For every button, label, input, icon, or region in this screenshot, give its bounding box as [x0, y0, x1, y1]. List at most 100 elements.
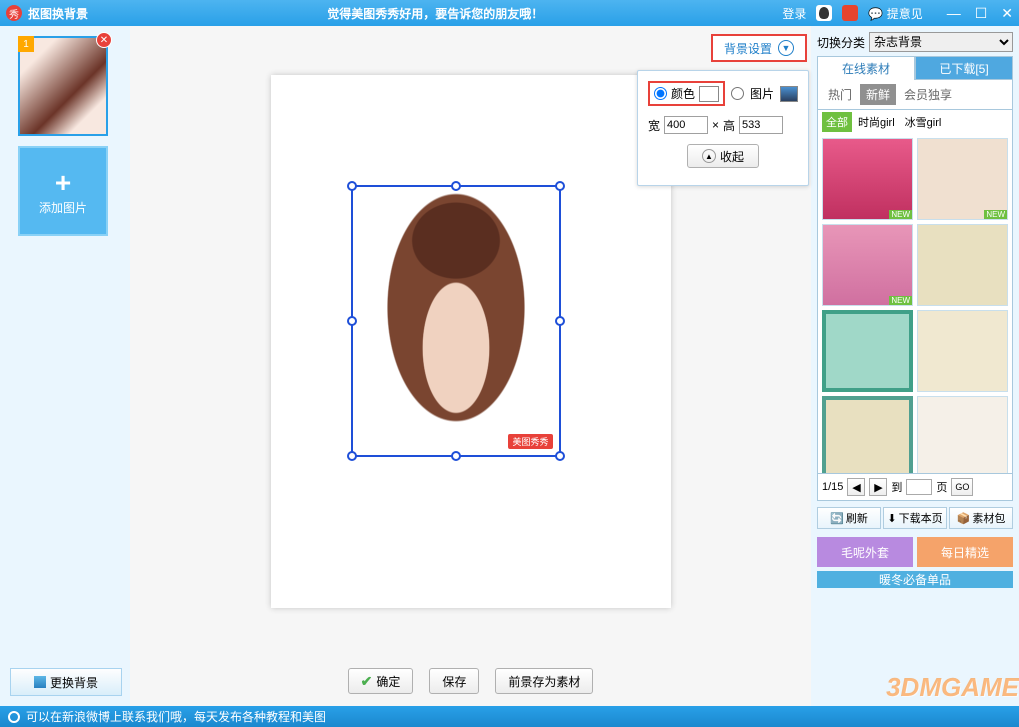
background-settings-button[interactable]: 背景设置 ▼	[711, 34, 807, 62]
tab-online-materials[interactable]: 在线素材	[817, 56, 915, 80]
tab-downloaded-materials[interactable]: 已下载[5]	[915, 56, 1013, 80]
height-input[interactable]	[739, 116, 783, 134]
change-background-button[interactable]: 更换背景	[10, 668, 122, 696]
sort-hot[interactable]: 热门	[822, 84, 858, 105]
template-item[interactable]	[917, 396, 1008, 474]
page-to-label: 到	[891, 479, 902, 495]
picture-icon	[34, 676, 46, 688]
bg-color-label: 颜色	[671, 85, 695, 102]
filter-tabs: 全部 时尚girl 冰雪girl	[817, 110, 1013, 134]
resize-handle-tm[interactable]	[451, 181, 461, 191]
titlebar-right: 登录 💬 提意见 — ☐ ✕	[782, 5, 1013, 22]
bg-type-color-radio[interactable]	[654, 87, 667, 100]
statusbar: 可以在新浪微博上联系我们哦，每天发布各种教程和美图	[0, 706, 1019, 727]
switch-category-label: 切换分类	[817, 34, 865, 51]
plus-icon: +	[55, 167, 71, 199]
promo-winter-essentials[interactable]: 暖冬必备单品	[817, 571, 1013, 588]
close-button[interactable]: ✕	[1001, 5, 1013, 22]
minimize-button[interactable]: —	[947, 5, 961, 22]
template-item[interactable]: NEW	[822, 224, 913, 306]
save-foreground-button[interactable]: 前景存为素材	[495, 668, 593, 694]
background-settings-label: 背景设置	[724, 40, 772, 57]
sort-fresh[interactable]: 新鲜	[860, 84, 896, 105]
login-link[interactable]: 登录	[782, 5, 806, 22]
template-item[interactable]: NEW	[917, 138, 1008, 220]
canvas-paper: 美图秀秀	[271, 75, 671, 608]
color-swatch[interactable]	[699, 86, 719, 102]
speaker-icon	[8, 711, 20, 723]
status-text: 可以在新浪微博上联系我们哦，每天发布各种教程和美图	[26, 708, 326, 725]
material-pack-button[interactable]: 📦素材包	[949, 507, 1013, 529]
filter-ice[interactable]: 冰雪girl	[901, 112, 946, 132]
page-info: 1/15	[822, 481, 843, 493]
resize-handle-ml[interactable]	[347, 316, 357, 326]
canvas-column: 美图秀秀 背景设置 ▼	[130, 26, 811, 706]
bottom-toolbar: ✔ 确定 保存 前景存为素材	[130, 656, 811, 706]
bg-color-option-highlighted: 颜色	[648, 81, 725, 106]
window-controls: — ☐ ✕	[947, 5, 1013, 22]
page-number-input[interactable]	[906, 479, 932, 495]
sort-member[interactable]: 会员独享	[898, 84, 958, 105]
resize-handle-tl[interactable]	[347, 181, 357, 191]
promo-daily-picks[interactable]: 每日精选	[917, 537, 1013, 567]
bg-type-image-radio[interactable]	[731, 87, 744, 100]
picture-thumb-icon[interactable]	[780, 86, 798, 102]
material-actions: 🔄刷新 ⬇下载本页 📦素材包	[817, 507, 1013, 529]
template-item[interactable]	[822, 310, 913, 392]
template-item[interactable]	[917, 224, 1008, 306]
selection-box[interactable]: 美图秀秀	[351, 185, 561, 457]
titlebar-promo: 觉得美图秀秀好用，要告诉您的朋友哦！	[88, 5, 782, 22]
page-suffix-label: 页	[936, 479, 947, 495]
new-badge: NEW	[889, 296, 912, 305]
download-page-button[interactable]: ⬇下载本页	[883, 507, 947, 529]
chevron-up-icon: ▲	[702, 149, 716, 163]
change-background-label: 更换背景	[50, 674, 98, 691]
width-label: 宽	[648, 117, 660, 134]
category-select[interactable]: 杂志背景	[869, 32, 1013, 52]
app-title: 抠图换背景	[28, 5, 88, 22]
new-badge: NEW	[984, 210, 1007, 219]
refresh-button[interactable]: 🔄刷新	[817, 507, 881, 529]
left-sidebar: 1 ✕ + 添加图片 更换背景	[0, 26, 130, 706]
filter-fashion[interactable]: 时尚girl	[854, 112, 899, 132]
weibo-icon[interactable]	[842, 5, 858, 21]
filter-all[interactable]: 全部	[822, 112, 852, 132]
resize-handle-mr[interactable]	[555, 316, 565, 326]
check-icon: ✔	[361, 673, 373, 690]
material-source-tabs: 在线素材 已下载[5]	[817, 56, 1013, 80]
qq-icon[interactable]	[816, 5, 832, 21]
height-label: 高	[723, 117, 735, 134]
resize-handle-bm[interactable]	[451, 451, 461, 461]
save-button[interactable]: 保存	[429, 668, 479, 694]
foreground-portrait[interactable]	[353, 187, 559, 455]
template-item[interactable]: NEW	[822, 138, 913, 220]
width-input[interactable]	[664, 116, 708, 134]
bg-image-label: 图片	[750, 85, 774, 102]
prev-page-button[interactable]: ◀	[847, 478, 865, 496]
collapse-label: 收起	[720, 148, 744, 165]
background-settings-panel: 颜色 图片 宽 × 高 ▲ 收起	[637, 70, 809, 186]
confirm-button[interactable]: ✔ 确定	[348, 668, 414, 694]
chevron-down-icon: ▼	[778, 40, 794, 56]
collapse-panel-button[interactable]: ▲ 收起	[687, 144, 759, 168]
multiply-label: ×	[712, 118, 719, 132]
add-image-button[interactable]: + 添加图片	[18, 146, 108, 236]
app-logo-icon: 秀	[6, 5, 22, 21]
page-go-button[interactable]: GO	[951, 478, 973, 496]
next-page-button[interactable]: ▶	[869, 478, 887, 496]
image-watermark: 美图秀秀	[508, 434, 552, 449]
add-image-label: 添加图片	[39, 199, 87, 216]
image-thumbnail[interactable]: 1 ✕	[18, 36, 108, 136]
thumbnail-delete-icon[interactable]: ✕	[96, 32, 112, 48]
promo-wool-coat[interactable]: 毛呢外套	[817, 537, 913, 567]
template-item[interactable]	[822, 396, 913, 474]
resize-handle-tr[interactable]	[555, 181, 565, 191]
maximize-button[interactable]: ☐	[975, 5, 988, 22]
promo-buttons: 毛呢外套 每日精选 暖冬必备单品	[817, 537, 1013, 588]
template-grid: NEW NEW NEW	[817, 134, 1013, 474]
resize-handle-br[interactable]	[555, 451, 565, 461]
thumbnail-index-badge: 1	[18, 36, 34, 52]
resize-handle-bl[interactable]	[347, 451, 357, 461]
template-item[interactable]	[917, 310, 1008, 392]
feedback-link[interactable]: 💬 提意见	[868, 5, 922, 22]
